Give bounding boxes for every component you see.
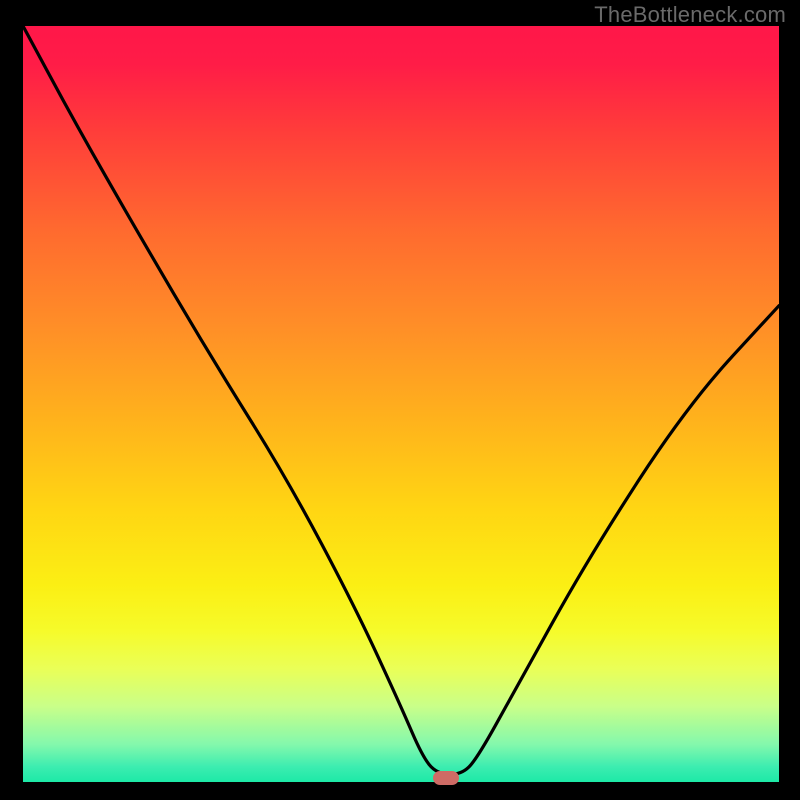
bottleneck-curve [23,26,779,782]
chart-frame: TheBottleneck.com [0,0,800,800]
curve-path [23,26,779,774]
chart-plot-area [23,26,779,782]
optimal-point-marker [433,771,459,785]
watermark-text: TheBottleneck.com [594,2,786,28]
